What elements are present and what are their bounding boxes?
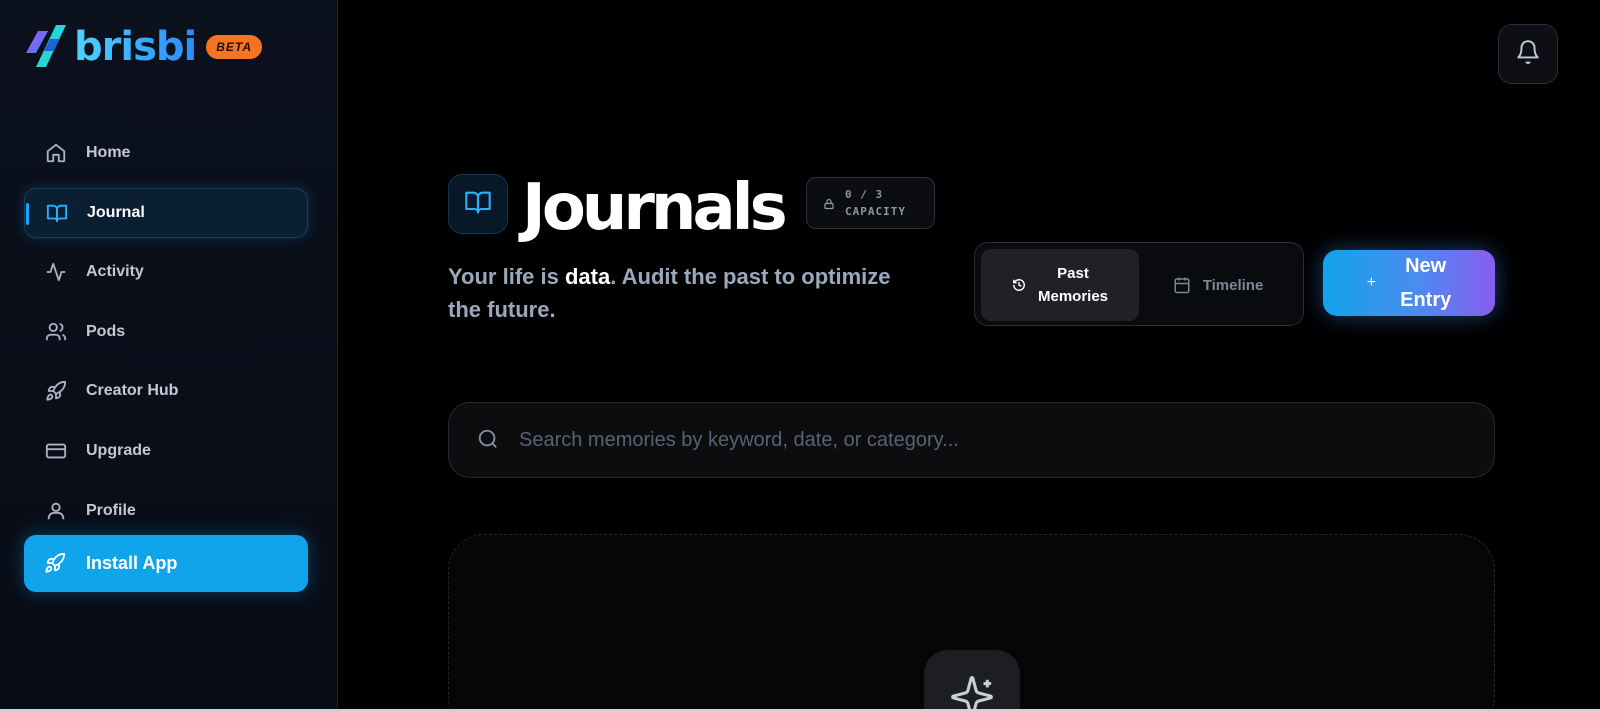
sidebar-item-label: Pods (86, 322, 126, 340)
page-subtitle: Your life is data. Audit the past to opt… (448, 260, 928, 326)
capacity-badge: 0 / 3 CAPACITY (806, 177, 935, 229)
tab-past-memories[interactable]: Past Memories (981, 249, 1139, 321)
sidebar-item-creator-hub[interactable]: Creator Hub (24, 366, 308, 416)
rocket-icon (44, 379, 68, 403)
sidebar-item-journal[interactable]: Journal (24, 187, 308, 238)
sidebar-item-activity[interactable]: Activity (24, 247, 308, 297)
sidebar-nav: Home Journal Activity Pods Creator Hub U… (24, 128, 308, 545)
sidebar-item-label: Home (86, 144, 131, 161)
install-app-label: Install App (86, 553, 178, 573)
book-open-icon (45, 201, 69, 225)
brand-name: brisbi (74, 24, 197, 70)
sidebar-item-profile[interactable]: Profile (24, 486, 308, 536)
tab-label: Past (1057, 265, 1089, 282)
brand-logo[interactable]: brisbi BETA (24, 22, 263, 72)
sidebar-item-label: Creator Hub (86, 382, 179, 400)
users-icon (44, 320, 68, 344)
subtitle-highlight: data (564, 264, 611, 289)
new-entry-button[interactable]: + New Entry (1323, 250, 1495, 316)
tab-timeline[interactable]: Timeline (1139, 249, 1297, 321)
install-app-button[interactable]: Install App (24, 535, 308, 592)
home-icon (44, 141, 68, 165)
sidebar-item-upgrade[interactable]: Upgrade (24, 426, 308, 476)
sidebar: brisbi BETA Home Journal Activity Pods C… (0, 0, 338, 712)
page-title: Journals (522, 171, 788, 245)
sidebar-item-label: Profile (86, 501, 136, 519)
search-icon (477, 428, 501, 452)
rocket-icon (44, 552, 68, 576)
notifications-button[interactable] (1498, 24, 1558, 84)
activity-icon (44, 260, 68, 284)
lock-icon (823, 197, 835, 210)
new-entry-label: Entry (1400, 289, 1452, 311)
brisbi-logo-icon (24, 23, 72, 71)
tab-label: Timeline (1202, 276, 1264, 294)
bell-icon (1515, 39, 1541, 70)
book-open-icon (464, 188, 492, 221)
sidebar-item-label: Journal (87, 203, 145, 221)
sidebar-item-home[interactable]: Home (24, 128, 308, 178)
plus-icon: + (1366, 274, 1377, 291)
sidebar-item-label: Upgrade (86, 441, 151, 459)
search-bar (448, 402, 1495, 478)
subtitle-text: Your life is (448, 264, 565, 289)
journal-header-icon (448, 174, 508, 234)
empty-state-icon-box (924, 650, 1020, 712)
capacity-count: 0 / 3 (845, 188, 884, 201)
view-toggle: Past Memories Timeline (974, 242, 1304, 326)
sparkles-icon (949, 674, 995, 712)
credit-card-icon (44, 439, 68, 463)
sidebar-item-pods[interactable]: Pods (24, 307, 308, 357)
tab-label: Memories (1037, 288, 1109, 305)
beta-badge: BETA (206, 35, 263, 59)
calendar-icon (1173, 276, 1191, 294)
capacity-label: CAPACITY (845, 205, 906, 218)
user-icon (44, 499, 68, 523)
search-input[interactable] (519, 428, 1419, 452)
sidebar-item-label: Activity (86, 263, 144, 281)
history-icon (1012, 278, 1026, 292)
new-entry-label: New (1405, 255, 1447, 277)
